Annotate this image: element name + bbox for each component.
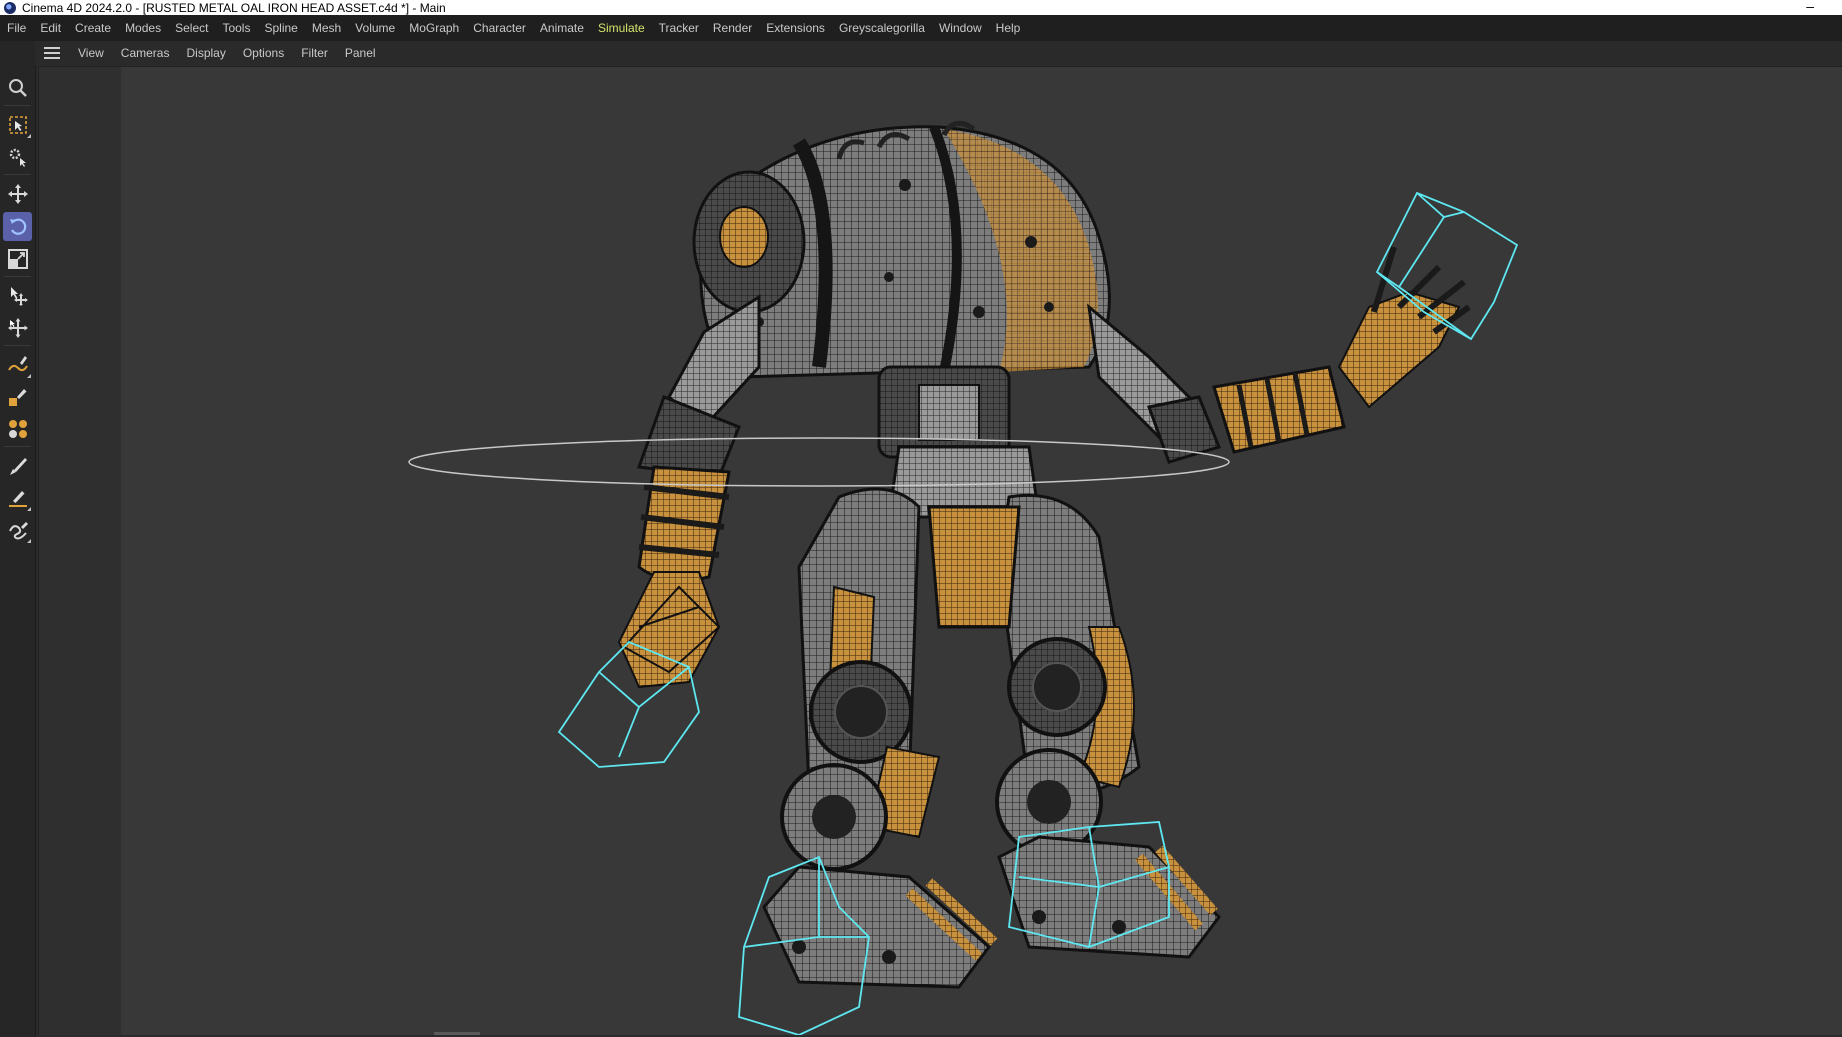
menu-volume[interactable]: Volume [348, 21, 402, 35]
menu-simulate[interactable]: Simulate [591, 21, 652, 35]
hamburger-menu-icon[interactable] [44, 47, 60, 59]
viewport-menu-bar: View Cameras Display Options Filter Pane… [35, 41, 1842, 65]
cinema4d-logo-icon [4, 1, 16, 14]
menu-modes[interactable]: Modes [118, 21, 168, 35]
menu-mograph[interactable]: MoGraph [402, 21, 466, 35]
tweak-icon[interactable] [3, 313, 32, 342]
menu-mesh[interactable]: Mesh [305, 21, 348, 35]
rotate-icon[interactable] [3, 212, 32, 241]
sculpt-icon[interactable] [3, 414, 32, 443]
viewport-menu-options[interactable]: Options [235, 46, 293, 60]
menu-edit[interactable]: Edit [33, 21, 68, 35]
window-title-bar: Cinema 4D 2024.2.0 - [RUSTED METAL OAL I… [0, 0, 1842, 15]
spline-pen-icon[interactable] [3, 350, 32, 379]
minimize-button[interactable]: – [1806, 0, 1814, 13]
viewport-menu-view[interactable]: View [70, 46, 113, 60]
menu-tracker[interactable]: Tracker [652, 21, 706, 35]
menu-file[interactable]: File [0, 21, 33, 35]
window-title: Cinema 4D 2024.2.0 - [RUSTED METAL OAL I… [22, 0, 446, 15]
live-selection-icon[interactable] [3, 110, 32, 139]
3d-viewport[interactable] [38, 66, 1842, 1035]
menu-animate[interactable]: Animate [533, 21, 591, 35]
torso-ring-controller[interactable] [408, 437, 1230, 487]
move-icon[interactable] [3, 179, 32, 208]
scale-icon[interactable] [3, 244, 32, 273]
menu-spline[interactable]: Spline [257, 21, 304, 35]
menu-help[interactable]: Help [989, 21, 1028, 35]
menu-extensions[interactable]: Extensions [759, 21, 832, 35]
search-icon[interactable] [3, 73, 32, 102]
viewport-menu-display[interactable]: Display [178, 46, 234, 60]
robot-legs [762, 445, 1221, 989]
menu-character[interactable]: Character [466, 21, 533, 35]
main-menu-bar: File Edit Create Modes Select Tools Spli… [0, 15, 1842, 41]
settings-select-icon[interactable] [3, 142, 32, 171]
robot-left-arm [617, 294, 761, 689]
spline-paint-icon[interactable] [3, 382, 32, 411]
sketch-icon[interactable] [3, 515, 32, 544]
menu-create[interactable]: Create [68, 21, 118, 35]
transfer-move-icon[interactable] [3, 281, 32, 310]
menu-select[interactable]: Select [168, 21, 215, 35]
viewport-scrollbar[interactable] [434, 1032, 480, 1035]
robot-wireframe-model[interactable] [39, 67, 1842, 1035]
menu-tools[interactable]: Tools [215, 21, 257, 35]
viewport-menu-filter[interactable]: Filter [293, 46, 337, 60]
viewport-menu-cameras[interactable]: Cameras [113, 46, 179, 60]
spline-draw-icon[interactable] [3, 483, 32, 512]
menu-render[interactable]: Render [706, 21, 759, 35]
viewport-menu-panel[interactable]: Panel [337, 46, 385, 60]
menu-window[interactable]: Window [932, 21, 989, 35]
tool-palette [0, 41, 36, 1037]
brush-icon[interactable] [3, 451, 32, 480]
menu-greyscalegorilla[interactable]: Greyscalegorilla [832, 21, 932, 35]
robot-torso [692, 120, 1111, 459]
robot-right-arm [1086, 246, 1471, 464]
